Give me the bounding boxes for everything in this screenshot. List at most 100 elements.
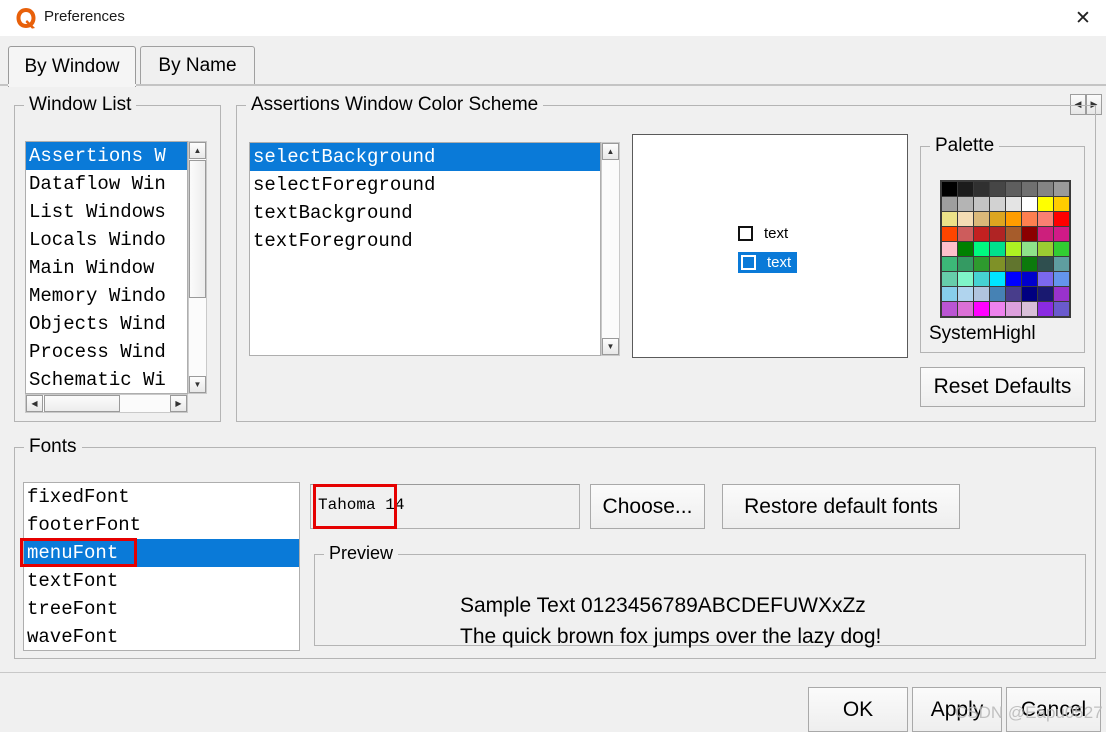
palette-swatch-0-3[interactable]	[990, 182, 1005, 196]
palette-swatch-5-7[interactable]	[1054, 257, 1069, 271]
scroll-up-icon[interactable]: ▲	[602, 143, 619, 160]
palette-swatch-0-0[interactable]	[942, 182, 957, 196]
palette-swatch-2-5[interactable]	[1022, 212, 1037, 226]
choose-font-button[interactable]: Choose...	[590, 484, 705, 529]
font-value-field[interactable]: Tahoma 14	[310, 484, 580, 529]
palette-swatch-7-3[interactable]	[990, 287, 1005, 301]
ok-button[interactable]: OK	[808, 687, 908, 732]
palette-swatch-7-5[interactable]	[1022, 287, 1037, 301]
palette-swatch-6-3[interactable]	[990, 272, 1005, 286]
color-scheme-vertical-scrollbar[interactable]: ▲ ▼	[601, 142, 620, 356]
palette-swatch-5-0[interactable]	[942, 257, 957, 271]
fonts-listbox[interactable]: fixedFont footerFont menuFont textFont t…	[23, 482, 300, 651]
palette-swatch-4-0[interactable]	[942, 242, 957, 256]
palette-swatch-6-6[interactable]	[1038, 272, 1053, 286]
list-item[interactable]: treeFont	[24, 595, 299, 623]
list-item[interactable]: waveFont	[24, 623, 299, 650]
palette-swatch-5-1[interactable]	[958, 257, 973, 271]
palette-swatch-6-2[interactable]	[974, 272, 989, 286]
palette-swatch-1-2[interactable]	[974, 197, 989, 211]
list-item[interactable]: Main Window	[26, 254, 187, 282]
palette-swatch-3-6[interactable]	[1038, 227, 1053, 241]
list-item[interactable]: fixedFont	[24, 483, 299, 511]
list-item[interactable]: textFont	[24, 567, 299, 595]
window-list-horizontal-scrollbar[interactable]: ◀ ▶	[25, 394, 188, 413]
scrollbar-thumb[interactable]	[189, 160, 206, 298]
palette-swatch-5-5[interactable]	[1022, 257, 1037, 271]
palette-swatch-3-7[interactable]	[1054, 227, 1069, 241]
palette-swatch-7-4[interactable]	[1006, 287, 1021, 301]
palette-swatch-4-7[interactable]	[1054, 242, 1069, 256]
palette-swatch-6-7[interactable]	[1054, 272, 1069, 286]
window-list-vertical-scrollbar[interactable]: ▲ ▼	[188, 141, 207, 394]
palette-swatch-3-4[interactable]	[1006, 227, 1021, 241]
list-item[interactable]: textBackground	[250, 199, 600, 227]
list-item[interactable]: menuFont	[24, 539, 299, 567]
tab-by-name[interactable]: By Name	[140, 46, 255, 84]
palette-swatch-8-2[interactable]	[974, 302, 989, 316]
palette-swatch-7-0[interactable]	[942, 287, 957, 301]
list-item[interactable]: Process Wind	[26, 338, 187, 366]
palette-swatch-2-3[interactable]	[990, 212, 1005, 226]
palette-swatch-2-0[interactable]	[942, 212, 957, 226]
list-item[interactable]: Locals Windo	[26, 226, 187, 254]
palette-swatch-7-6[interactable]	[1038, 287, 1053, 301]
palette-swatch-1-0[interactable]	[942, 197, 957, 211]
scrollbar-thumb[interactable]	[44, 395, 120, 412]
palette-swatch-4-3[interactable]	[990, 242, 1005, 256]
cancel-button[interactable]: Cancel	[1006, 687, 1101, 732]
palette-swatch-6-0[interactable]	[942, 272, 957, 286]
palette-swatch-2-2[interactable]	[974, 212, 989, 226]
apply-button[interactable]: Apply	[912, 687, 1002, 732]
list-item[interactable]: Objects Wind	[26, 310, 187, 338]
palette-swatch-8-3[interactable]	[990, 302, 1005, 316]
palette-swatch-8-6[interactable]	[1038, 302, 1053, 316]
color-scheme-listbox[interactable]: selectBackground selectForeground textBa…	[249, 142, 601, 356]
list-item[interactable]: Schematic Wi	[26, 366, 187, 393]
palette-swatch-6-5[interactable]	[1022, 272, 1037, 286]
scroll-down-icon[interactable]: ▼	[189, 376, 206, 393]
palette-swatch-3-5[interactable]	[1022, 227, 1037, 241]
palette-swatch-0-4[interactable]	[1006, 182, 1021, 196]
palette-swatch-8-7[interactable]	[1054, 302, 1069, 316]
scroll-up-icon[interactable]: ▲	[189, 142, 206, 159]
palette-swatch-1-1[interactable]	[958, 197, 973, 211]
palette-swatch-3-2[interactable]	[974, 227, 989, 241]
list-item[interactable]: Memory Windo	[26, 282, 187, 310]
palette-swatch-4-4[interactable]	[1006, 242, 1021, 256]
palette-swatch-0-1[interactable]	[958, 182, 973, 196]
palette-swatch-4-6[interactable]	[1038, 242, 1053, 256]
restore-default-fonts-button[interactable]: Restore default fonts	[722, 484, 960, 529]
list-item[interactable]: footerFont	[24, 511, 299, 539]
list-item[interactable]: List Windows	[26, 198, 187, 226]
palette-swatch-3-3[interactable]	[990, 227, 1005, 241]
tab-by-window[interactable]: By Window	[8, 46, 136, 87]
palette-swatch-8-4[interactable]	[1006, 302, 1021, 316]
palette-swatch-1-7[interactable]	[1054, 197, 1069, 211]
list-item[interactable]: textForeground	[250, 227, 600, 255]
list-item[interactable]: selectBackground	[250, 143, 600, 171]
palette-swatch-0-7[interactable]	[1054, 182, 1069, 196]
palette-swatch-5-3[interactable]	[990, 257, 1005, 271]
list-item[interactable]: Assertions W	[26, 142, 187, 170]
palette-swatch-7-7[interactable]	[1054, 287, 1069, 301]
reset-defaults-button[interactable]: Reset Defaults	[920, 367, 1085, 407]
palette-swatch-1-5[interactable]	[1022, 197, 1037, 211]
list-item[interactable]: selectForeground	[250, 171, 600, 199]
list-item[interactable]: Dataflow Win	[26, 170, 187, 198]
palette-swatch-0-2[interactable]	[974, 182, 989, 196]
palette-swatch-4-5[interactable]	[1022, 242, 1037, 256]
palette-swatch-3-1[interactable]	[958, 227, 973, 241]
palette-swatch-5-6[interactable]	[1038, 257, 1053, 271]
palette-swatch-8-5[interactable]	[1022, 302, 1037, 316]
window-list-listbox[interactable]: Assertions W Dataflow Win List Windows L…	[25, 141, 188, 394]
palette-swatch-1-6[interactable]	[1038, 197, 1053, 211]
palette-swatch-2-7[interactable]	[1054, 212, 1069, 226]
palette-swatch-5-4[interactable]	[1006, 257, 1021, 271]
palette-swatch-0-5[interactable]	[1022, 182, 1037, 196]
palette-swatch-6-1[interactable]	[958, 272, 973, 286]
palette-swatch-1-3[interactable]	[990, 197, 1005, 211]
palette-swatch-2-4[interactable]	[1006, 212, 1021, 226]
palette-swatch-3-0[interactable]	[942, 227, 957, 241]
palette-swatch-0-6[interactable]	[1038, 182, 1053, 196]
